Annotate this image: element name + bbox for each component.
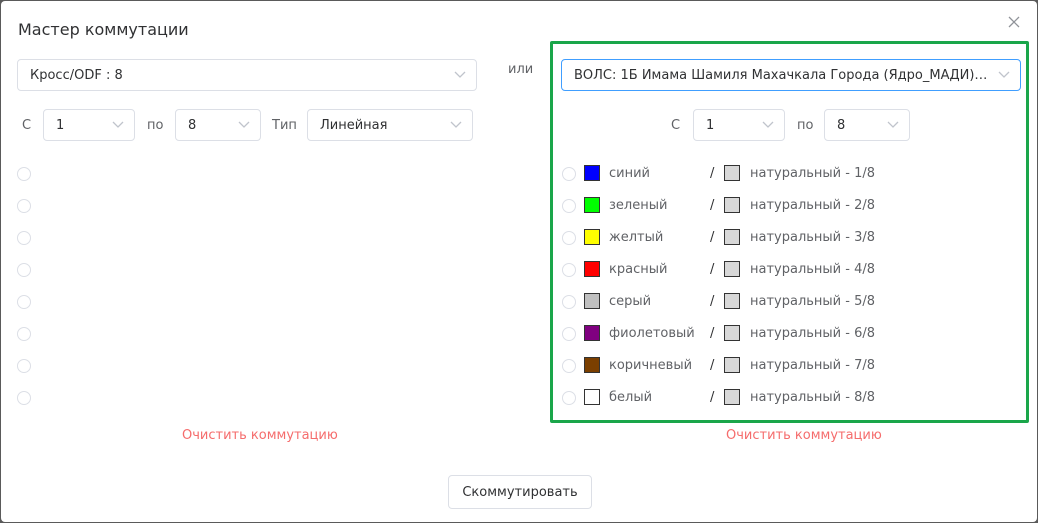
left-to-label: по: [147, 118, 164, 133]
module-color-swatch: [724, 325, 740, 341]
fiber-radio[interactable]: [562, 391, 576, 405]
separator: /: [710, 262, 715, 277]
fiber-color-swatch: [584, 229, 600, 245]
fiber-radio[interactable]: [562, 295, 576, 309]
separator: /: [710, 294, 715, 309]
fiber-row: красный / натуральный - 4/8: [562, 260, 892, 280]
module-color-swatch: [724, 261, 740, 277]
fiber-row: фиолетовый / натуральный - 6/8: [562, 324, 892, 344]
cable-select[interactable]: ВОЛС: 1Б Имама Шамиля Махачкала Города (…: [561, 59, 1021, 91]
module-fiber-name: натуральный - 7/8: [750, 358, 876, 373]
separator: /: [710, 326, 715, 341]
fiber-radio[interactable]: [562, 199, 576, 213]
module-color-swatch: [724, 357, 740, 373]
module-fiber-name: натуральный - 4/8: [750, 262, 876, 277]
fiber-color-name: желтый: [609, 230, 664, 245]
left-port-radio[interactable]: [17, 263, 31, 277]
right-to-select[interactable]: 8: [824, 109, 910, 141]
module-color-swatch: [724, 165, 740, 181]
left-clear-commutation-link[interactable]: Очистить коммутацию: [182, 428, 338, 443]
fiber-color-name: серый: [609, 294, 652, 309]
fiber-radio[interactable]: [562, 167, 576, 181]
right-to-label: по: [797, 118, 814, 133]
cable-select-value: ВОЛС: 1Б Имама Шамиля Махачкала Города (…: [574, 67, 1002, 83]
chevron-down-icon: [112, 121, 124, 128]
left-port-radio[interactable]: [17, 167, 31, 181]
left-port-radio[interactable]: [17, 231, 31, 245]
commutate-button[interactable]: Скоммутировать: [448, 475, 592, 509]
fiber-color-swatch: [584, 261, 600, 277]
separator: /: [710, 166, 715, 181]
fiber-row: зеленый / натуральный - 2/8: [562, 196, 892, 216]
chevron-down-icon: [238, 121, 250, 128]
module-fiber-name: натуральный - 6/8: [750, 326, 876, 341]
cross-odf-select[interactable]: Кросс/ODF : 8: [17, 59, 477, 91]
left-from-select[interactable]: 1: [43, 109, 135, 141]
left-port-radio[interactable]: [17, 359, 31, 373]
module-fiber-name: натуральный - 2/8: [750, 198, 876, 213]
chevron-down-icon: [887, 121, 899, 128]
dialog-title: Мастер коммутации: [18, 20, 189, 39]
separator: /: [710, 230, 715, 245]
fiber-row: синий / натуральный - 1/8: [562, 164, 892, 184]
fiber-radio[interactable]: [562, 359, 576, 373]
fiber-row: серый / натуральный - 5/8: [562, 292, 892, 312]
separator: /: [710, 198, 715, 213]
fiber-color-name: коричневый: [609, 358, 693, 373]
fiber-color-swatch: [584, 357, 600, 373]
fiber-color-name: фиолетовый: [609, 326, 695, 341]
chevron-down-icon: [998, 71, 1010, 78]
fiber-color-swatch: [584, 389, 600, 405]
left-port-radio[interactable]: [17, 391, 31, 405]
fiber-row: желтый / натуральный - 3/8: [562, 228, 892, 248]
cross-odf-select-value: Кросс/ODF : 8: [30, 67, 123, 83]
module-color-swatch: [724, 197, 740, 213]
module-fiber-name: натуральный - 5/8: [750, 294, 876, 309]
chevron-down-icon: [454, 71, 466, 78]
module-color-swatch: [724, 389, 740, 405]
module-fiber-name: натуральный - 3/8: [750, 230, 876, 245]
fiber-color-name: белый: [609, 390, 653, 405]
fiber-color-swatch: [584, 325, 600, 341]
fiber-radio[interactable]: [562, 327, 576, 341]
module-fiber-name: натуральный - 8/8: [750, 390, 876, 405]
right-from-select[interactable]: 1: [693, 109, 785, 141]
type-label: Тип: [272, 118, 297, 133]
fiber-radio[interactable]: [562, 263, 576, 277]
type-select[interactable]: Линейная: [307, 109, 473, 141]
module-fiber-name: натуральный - 1/8: [750, 166, 876, 181]
left-from-label: С: [22, 118, 32, 133]
left-port-radio[interactable]: [17, 327, 31, 341]
separator: /: [710, 390, 715, 405]
fiber-color-swatch: [584, 197, 600, 213]
or-label: или: [508, 62, 534, 77]
fiber-color-name: синий: [609, 166, 650, 181]
fiber-color-name: красный: [609, 262, 668, 277]
commutation-wizard-dialog: Мастер коммутации Кросс/ODF : 8 или С 1 …: [1, 1, 1037, 522]
separator: /: [710, 358, 715, 373]
fiber-color-swatch: [584, 293, 600, 309]
right-from-label: С: [671, 118, 681, 133]
module-color-swatch: [724, 229, 740, 245]
close-icon[interactable]: [1006, 14, 1022, 30]
left-port-radio[interactable]: [17, 199, 31, 213]
fiber-color-swatch: [584, 165, 600, 181]
fiber-radio[interactable]: [562, 231, 576, 245]
chevron-down-icon: [762, 121, 774, 128]
fiber-row: белый / натуральный - 8/8: [562, 388, 892, 408]
fiber-row: коричневый / натуральный - 7/8: [562, 356, 892, 376]
module-color-swatch: [724, 293, 740, 309]
left-port-radio[interactable]: [17, 295, 31, 309]
chevron-down-icon: [450, 121, 462, 128]
right-clear-commutation-link[interactable]: Очистить коммутацию: [726, 428, 882, 443]
left-to-select[interactable]: 8: [175, 109, 261, 141]
fiber-color-name: зеленый: [609, 198, 668, 213]
